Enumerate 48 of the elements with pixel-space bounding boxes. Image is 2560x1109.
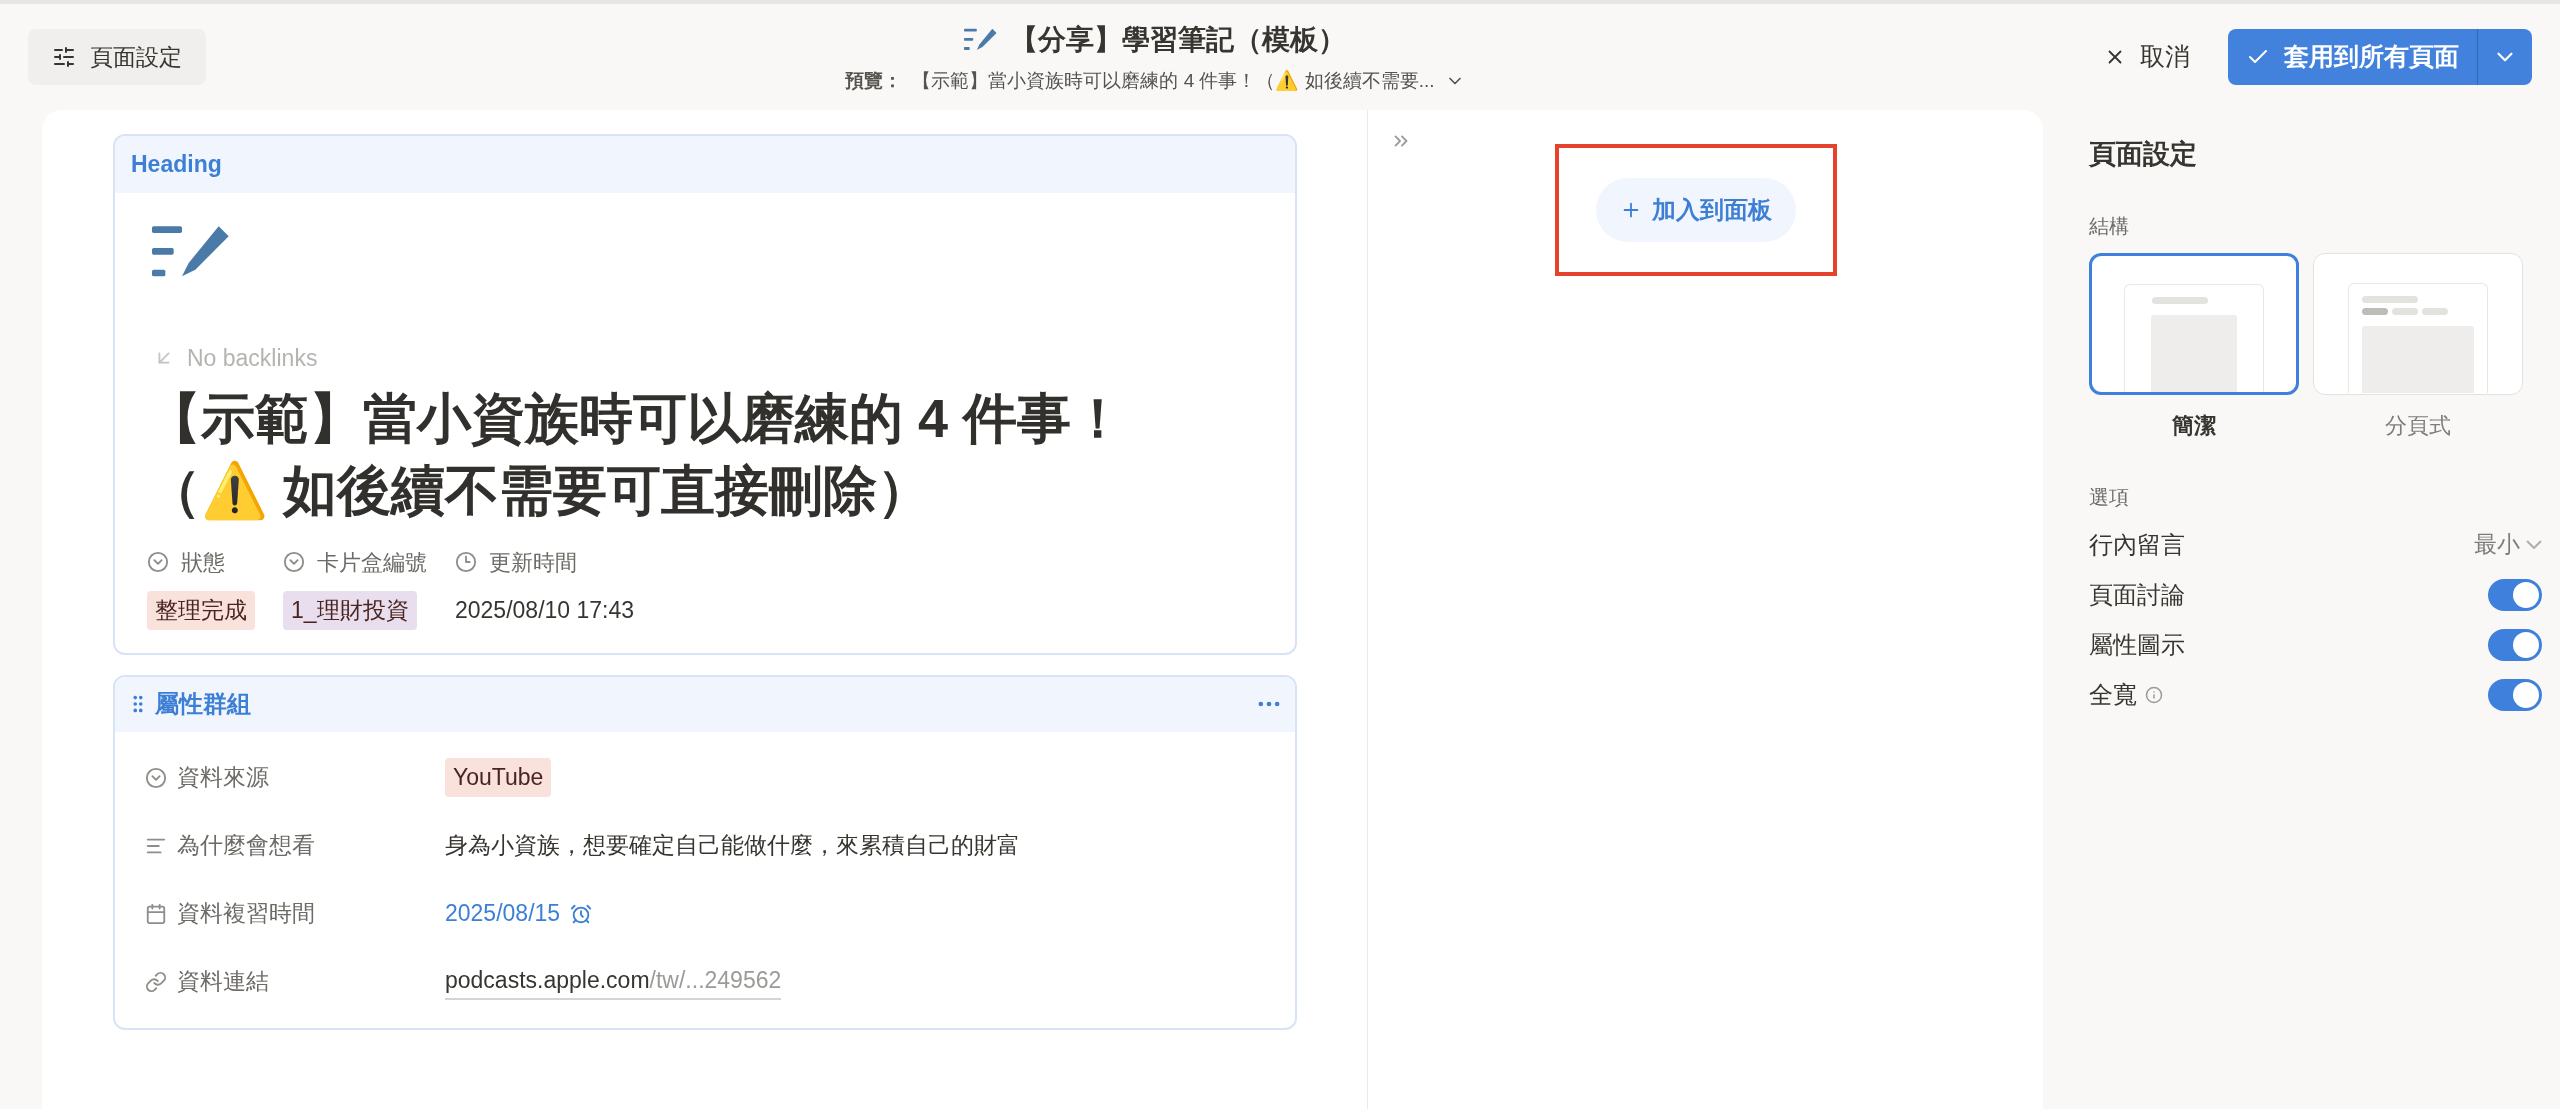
property-name: 資料複習時間: [177, 899, 315, 929]
property-name: 為什麼會想看: [177, 831, 315, 861]
cancel-button[interactable]: 取消: [2104, 38, 2190, 76]
note-edit-icon: [964, 26, 998, 53]
clock-icon: [455, 551, 477, 573]
layout-label: 分頁式: [2385, 411, 2451, 440]
info-icon[interactable]: [2145, 685, 2163, 704]
option-label: 頁面討論: [2089, 579, 2185, 610]
page-settings-button[interactable]: 頁面設定: [28, 29, 206, 85]
url-link[interactable]: podcasts.apple.com/tw/...249562: [445, 963, 782, 1000]
sliders-icon: [52, 45, 76, 69]
option-dropdown[interactable]: 最小: [2474, 527, 2542, 562]
group-title: 屬性群組: [155, 689, 251, 719]
backlinks-label[interactable]: No backlinks: [187, 341, 318, 376]
page-title: 【示範】當小資族時可以磨練的 4 件事！（⚠ 如後續不需要可直接刪除）: [147, 386, 1127, 523]
property-name: 資料來源: [177, 763, 269, 793]
option-label: 屬性圖示: [2089, 629, 2185, 660]
dropdown-circle-icon: [283, 551, 305, 573]
section-label: Heading: [131, 150, 222, 180]
property-name: 狀態: [181, 548, 225, 577]
chevron-down-icon: [2526, 540, 2542, 549]
calendar-icon: [145, 902, 167, 925]
link-icon: [145, 970, 167, 993]
section-label: 結構: [2089, 213, 2130, 239]
section-label: 選項: [2089, 484, 2130, 510]
template-title: 【分享】學習筆記（模板）: [1010, 22, 1346, 57]
property-name: 卡片盒編號: [317, 548, 427, 577]
layout-option[interactable]: [2089, 252, 2299, 395]
toggle-switch[interactable]: [2488, 628, 2542, 661]
preview-selector[interactable]: 預覽： 【示範】當小資族時可以磨練的 4 件事！（⚠ 如後續不需要...: [845, 66, 1465, 96]
dropdown-circle-icon: [147, 551, 169, 573]
add-to-panel-button[interactable]: 加入到面板: [1596, 178, 1796, 242]
layout-label: 簡潔: [2172, 411, 2216, 440]
tag: 整理完成: [147, 591, 255, 630]
tag: YouTube: [445, 758, 552, 797]
date-value[interactable]: 2025/08/15: [445, 896, 561, 931]
alarm-clock-icon[interactable]: [570, 902, 593, 925]
option-label: 全寬: [2089, 679, 2137, 710]
property-value: 2025/08/10 17:43: [455, 596, 635, 626]
tag: 1_理財投資: [283, 591, 417, 630]
toggle-switch[interactable]: [2488, 678, 2542, 711]
dropdown-circle-icon: [145, 766, 167, 789]
toggle-switch[interactable]: [2488, 578, 2542, 611]
settings-title: 頁面設定: [2089, 138, 2198, 171]
property-value: 身為小資族，想要確定自己能做什麼，來累積自己的財富: [445, 831, 1020, 861]
option-label: 行內留言: [2089, 529, 2185, 560]
property-name: 資料連結: [177, 967, 269, 997]
property-name: 更新時間: [489, 548, 577, 577]
